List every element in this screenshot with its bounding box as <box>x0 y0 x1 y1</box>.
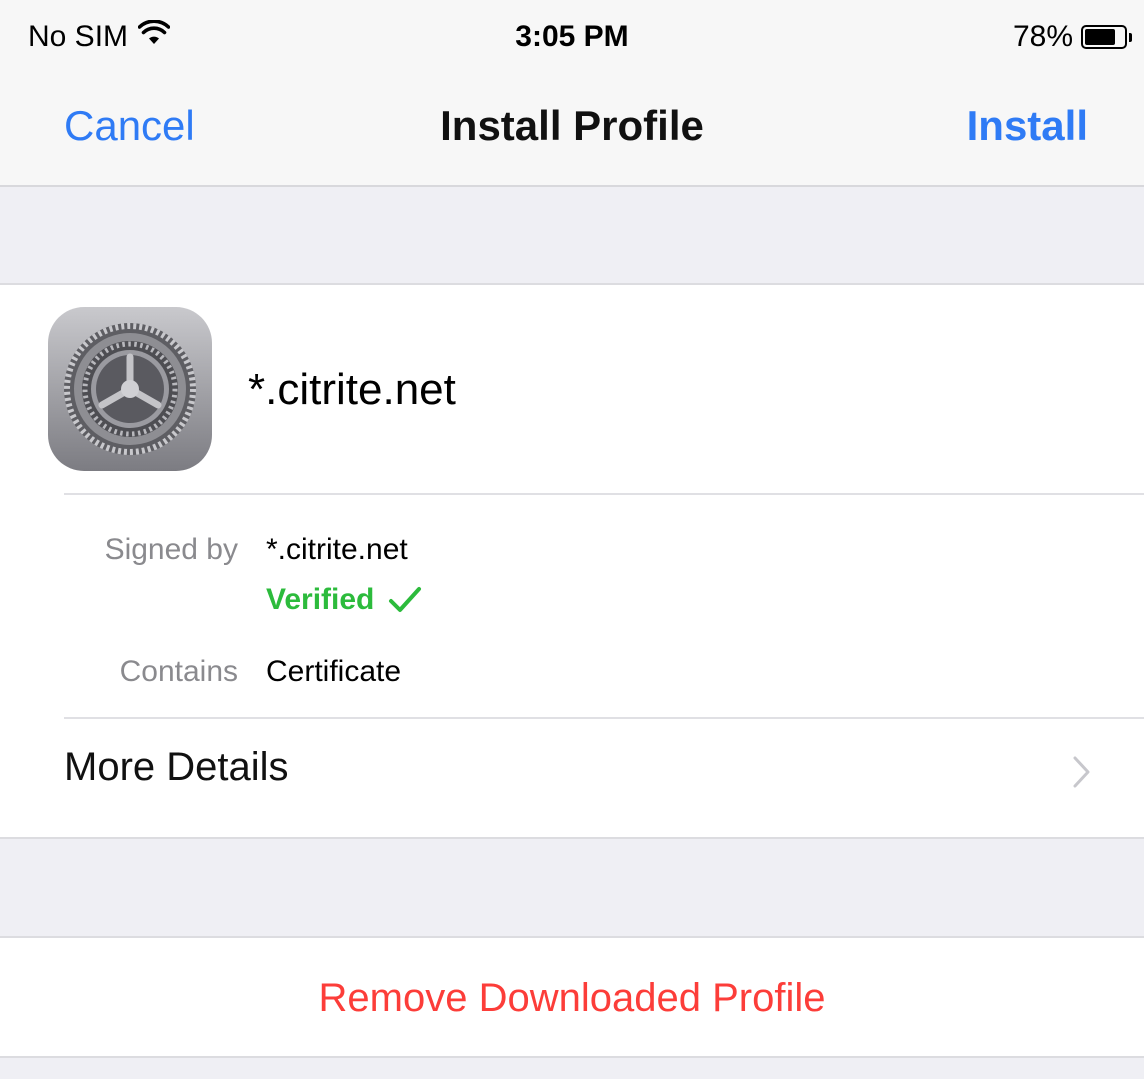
battery-icon <box>1081 25 1127 49</box>
remove-profile-label: Remove Downloaded Profile <box>318 976 826 1020</box>
profile-header: *.citrite.net <box>0 285 1144 495</box>
battery-indicator: 78% <box>1013 20 1132 54</box>
install-profile-screen: No SIM 3:05 PM 78% Cancel Install Profil… <box>0 0 1144 1079</box>
contains-label: Contains <box>119 655 238 688</box>
remove-profile-button[interactable]: Remove Downloaded Profile <box>0 936 1144 1058</box>
checkmark-icon <box>389 587 422 612</box>
install-button[interactable]: Install <box>967 102 1088 150</box>
battery-nub <box>1129 32 1132 42</box>
signed-by-value: *.citrite.net <box>266 533 408 566</box>
contains-value: Certificate <box>266 655 402 688</box>
top-bar: No SIM 3:05 PM 78% Cancel Install Profil… <box>0 0 1144 187</box>
settings-gear-icon <box>48 307 212 471</box>
profile-card: *.citrite.net Signed by *.citrite.net Ve… <box>0 283 1144 839</box>
navigation-bar: Cancel Install Profile Install <box>0 80 1144 180</box>
status-time: 3:05 PM <box>515 20 629 53</box>
divider <box>64 493 1144 495</box>
more-details-label: More Details <box>64 745 289 789</box>
chevron-right-icon <box>1072 755 1092 794</box>
battery-fill <box>1085 29 1115 45</box>
battery-percent: 78% <box>1012 20 1073 53</box>
signed-by-label: Signed by <box>104 533 238 566</box>
verified-label: Verified <box>266 583 375 616</box>
profile-name: *.citrite.net <box>248 365 456 414</box>
more-details-row[interactable]: More Details <box>0 719 1144 837</box>
status-bar: No SIM 3:05 PM 78% <box>0 0 1144 80</box>
verified-status: Verified <box>266 583 422 617</box>
